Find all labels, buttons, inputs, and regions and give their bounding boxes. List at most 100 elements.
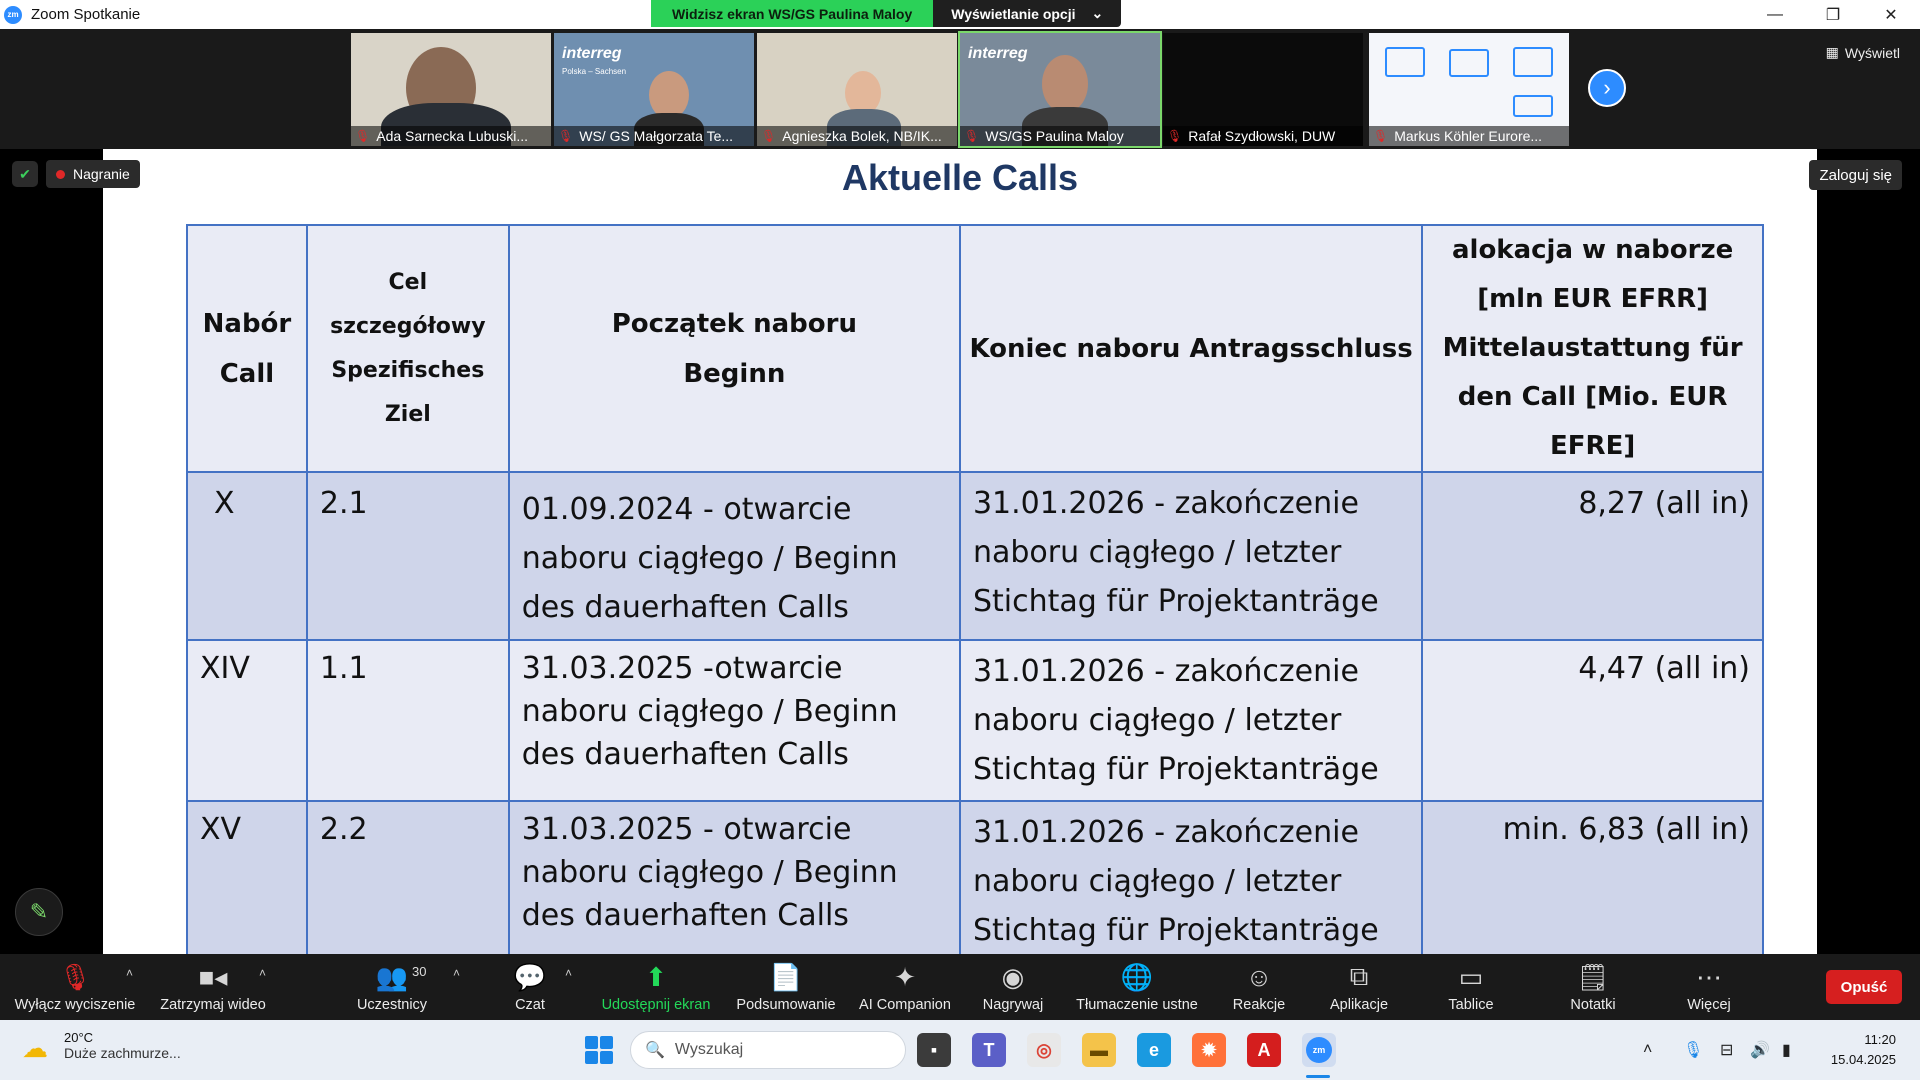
view-button[interactable]: ▦ Wyświetl — [1826, 44, 1900, 61]
interreg-subtitle: Polska – Sachsen — [562, 67, 627, 76]
participant-name-label: 🎙 Rafał Szydłowski, DUW — [1163, 126, 1363, 146]
clock-time: 11:20 — [1864, 1032, 1896, 1047]
whiteboard-icon: ▭ — [1458, 961, 1484, 992]
interreg-logo: interreg — [562, 45, 622, 62]
microphone-icon[interactable]: 🎙 — [1683, 1020, 1703, 1080]
stop-video-button[interactable]: ■◂ Zatrzymaj wideo — [153, 954, 273, 1020]
window-controls: — ❐ ✕ — [1746, 0, 1920, 29]
reactions-button[interactable]: ☺ Reakcje — [1228, 954, 1290, 1020]
cell-goal: 2.2 — [305, 800, 510, 954]
notes-button[interactable]: 🗒 Notatki — [1566, 954, 1620, 1020]
battery-icon[interactable]: ▮ — [1782, 1020, 1791, 1080]
participant-tile[interactable]: interreg Polska – Sachsen 🎙 WS/ GS Małgor… — [554, 33, 754, 146]
unmute-button[interactable]: 🎙 Wyłącz wyciszenie — [12, 954, 138, 1020]
weather-temperature: 20°C — [64, 1030, 94, 1045]
acrobat-icon[interactable]: A — [1247, 1033, 1281, 1067]
next-page-arrow-icon[interactable]: › — [1588, 69, 1626, 107]
ai-companion-button[interactable]: ✦ AI Companion — [855, 954, 955, 1020]
cell-goal: 2.1 — [305, 471, 510, 641]
participant-tile[interactable]: 🎙 Markus Köhler Eurore... — [1369, 33, 1569, 146]
notes-icon: 🗒 — [1576, 961, 1610, 992]
recording-label: Nagranie — [73, 166, 130, 182]
security-shield-icon[interactable]: ✔ — [12, 161, 38, 187]
share-screen-button[interactable]: ⬆ Udostępnij ekran — [594, 954, 718, 1020]
chevron-down-icon: ⌄ — [1091, 5, 1104, 21]
interpretation-button[interactable]: 🌐 Tłumaczenie ustne — [1072, 954, 1202, 1020]
interreg-logo: interreg — [968, 45, 1028, 62]
participant-name-label: 🎙 WS/GS Paulina Maloy — [960, 126, 1160, 146]
shared-slide: Aktuelle Calls Nabór Call Cel szczegółowy… — [103, 149, 1817, 954]
minimize-button[interactable]: — — [1746, 0, 1804, 29]
file-explorer-icon[interactable]: ▬ — [1082, 1033, 1116, 1067]
weather-widget[interactable]: ☁ 20°C Duże zachmurze... — [22, 1030, 181, 1063]
taskbar-search-input[interactable]: 🔍 Wyszukaj — [630, 1031, 906, 1069]
cell-allocation: 4,47 (all in) — [1421, 639, 1764, 802]
annotate-pencil-icon[interactable]: ✎ — [15, 888, 63, 936]
meeting-toolbar: 🎙 Wyłącz wyciszenie ˄ ■◂ Zatrzymaj wideo… — [0, 954, 1920, 1020]
tray-overflow-chevron-icon[interactable]: ˄ — [1643, 1020, 1652, 1080]
cell-call: X — [186, 471, 308, 641]
teams-icon[interactable]: T — [972, 1033, 1006, 1067]
video-camera-icon: ■◂ — [198, 961, 228, 992]
whiteboards-button[interactable]: ▭ Tablice — [1446, 954, 1496, 1020]
edge-icon[interactable]: e — [1137, 1033, 1171, 1067]
network-icon[interactable]: ⊟ — [1720, 1020, 1733, 1080]
zoom-taskbar-icon[interactable]: zm — [1302, 1033, 1336, 1067]
participants-options-caret-icon[interactable]: ˄ — [453, 966, 460, 980]
participant-tile[interactable]: 🎙 Rafał Szydłowski, DUW — [1163, 33, 1363, 146]
record-button[interactable]: ◉ Nagrywaj — [976, 954, 1050, 1020]
slide-title: Aktuelle Calls — [841, 157, 1079, 198]
video-options-caret-icon[interactable]: ˄ — [259, 966, 266, 980]
apps-icon: ⧉ — [1349, 961, 1369, 991]
active-app-indicator — [1306, 1075, 1330, 1078]
leave-button[interactable]: Opuść — [1826, 970, 1902, 1004]
chrome-icon[interactable]: ◎ — [1027, 1033, 1061, 1067]
smiley-icon: ☺ — [1245, 961, 1273, 992]
table-row: XIV 1.1 31.03.2025 -otwarcie naboru ciąg… — [186, 639, 1764, 802]
screen-share-status: Widzisz ekran WS/GS Paulina Maloy — [651, 0, 934, 27]
table-header-row: Nabór Call Cel szczegółowy Spezifisches Zi… — [186, 224, 1764, 473]
windows-start-icon[interactable] — [585, 1036, 613, 1064]
cell-end: 31.01.2026 - zakończenie naboru ciągłego… — [958, 639, 1424, 802]
close-button[interactable]: ✕ — [1862, 0, 1920, 29]
login-button[interactable]: Zaloguj się — [1809, 160, 1902, 190]
weather-description: Duże zachmurze... — [64, 1045, 181, 1061]
chat-button[interactable]: 💬 Czat — [506, 954, 554, 1020]
participant-tile[interactable]: 🎙 Ada Sarnecka Lubuski... — [351, 33, 551, 146]
view-options-label: Wyświetlanie opcji — [951, 5, 1076, 22]
header-goal: Cel szczegółowy Spezifisches Ziel — [305, 224, 510, 473]
summary-doc-icon: 📄 — [769, 961, 803, 992]
participant-name-label: 🎙 Ada Sarnecka Lubuski... — [351, 126, 551, 146]
participant-name-label: 🎙 Markus Köhler Eurore... — [1369, 126, 1569, 146]
cell-start: 31.03.2025 -otwarcie naboru ciągłego / B… — [507, 639, 961, 802]
more-button[interactable]: ⋯ Więcej — [1684, 954, 1734, 1020]
table-row: X 2.1 01.09.2024 - otwarcie naboru ciągł… — [186, 471, 1764, 641]
mic-muted-icon: 🎙 — [761, 129, 777, 143]
participant-tile[interactable]: 🎙 Agnieszka Bolek, NB/IK... — [757, 33, 957, 146]
participant-name-label: 🎙 WS/ GS Małgorzata Te... — [554, 126, 754, 146]
cell-start: 31.03.2025 - otwarcie naboru ciągłego / … — [507, 800, 961, 954]
more-dots-icon: ⋯ — [1696, 961, 1722, 992]
view-button-label: Wyświetl — [1844, 44, 1900, 61]
restore-button[interactable]: ❐ — [1804, 0, 1862, 29]
record-icon: ◉ — [1001, 961, 1025, 992]
summary-button[interactable]: 📄 Podsumowanie — [733, 954, 839, 1020]
firefox-icon[interactable]: ✹ — [1192, 1033, 1226, 1067]
apps-button[interactable]: ⧉ Aplikacje — [1326, 954, 1392, 1020]
taskbar-clock[interactable]: 11:20 15.04.2025 — [1831, 1030, 1896, 1070]
mic-muted-icon: 🎙 — [355, 129, 371, 143]
header-call: Nabór Call — [186, 224, 308, 473]
windows-taskbar: ☁ 20°C Duże zachmurze... 🔍 Wyszukaj ▪ T … — [0, 1020, 1920, 1080]
task-view-icon[interactable]: ▪ — [917, 1033, 951, 1067]
volume-icon[interactable]: 🔊 — [1750, 1020, 1770, 1080]
chat-options-caret-icon[interactable]: ˄ — [565, 966, 572, 980]
mic-off-icon: 🎙 — [58, 961, 92, 992]
search-icon: 🔍 — [645, 1042, 665, 1059]
window-titlebar: zm Zoom Spotkanie Widzisz ekran WS/GS Pa… — [0, 0, 1920, 29]
view-options-button[interactable]: Wyświetlanie opcji ⌄ — [933, 0, 1122, 27]
participant-tile-active-speaker[interactable]: interreg 🎙 WS/GS Paulina Maloy — [958, 31, 1162, 148]
audio-options-caret-icon[interactable]: ˄ — [126, 966, 133, 980]
cell-goal: 1.1 — [305, 639, 510, 802]
recording-indicator[interactable]: Nagranie — [46, 160, 140, 188]
cell-call: XV — [186, 800, 308, 954]
